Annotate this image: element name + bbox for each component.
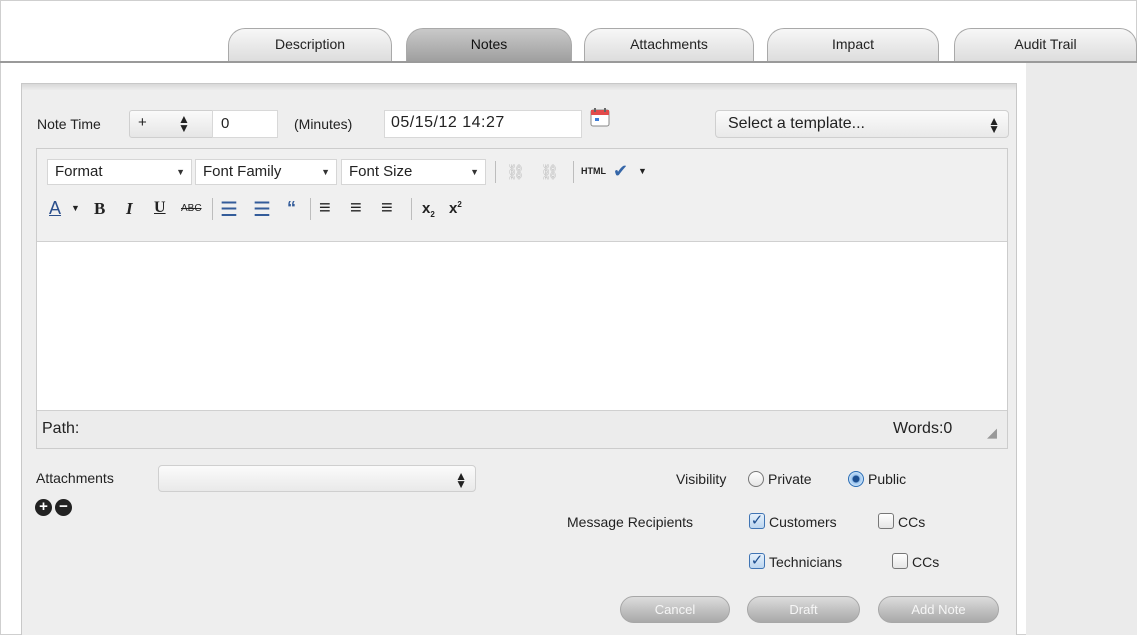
minutes-label: (Minutes) — [294, 116, 353, 132]
dropdown-arrow-icon[interactable]: ▼ — [71, 203, 80, 213]
toolbar-separator — [495, 161, 496, 183]
dropdown-arrow-icon: ▼ — [176, 167, 185, 177]
updown-arrows-icon: ▲ ▼ — [455, 469, 467, 491]
notes-panel: Note Time + ▲ ▼ 0 (Minutes) 05/15/12 14:2… — [21, 83, 1017, 635]
align-center-icon[interactable]: ≡ — [350, 197, 362, 220]
strikethrough-icon[interactable]: ABC — [181, 203, 202, 214]
customers-cc-label: CCs — [898, 514, 926, 530]
minutes-input[interactable]: 0 — [212, 110, 278, 138]
unlink-icon[interactable]: ⛓ — [540, 163, 559, 181]
underline-icon[interactable]: U — [154, 199, 166, 217]
superscript-icon[interactable]: x2 — [449, 200, 462, 217]
text-color-icon[interactable]: A — [49, 198, 61, 219]
panel-header-bar — [22, 84, 1016, 90]
visibility-public-radio[interactable] — [848, 471, 864, 487]
editor-status-bar: Path: Words:0 ◢ — [37, 411, 1007, 448]
calendar-icon[interactable] — [590, 107, 610, 127]
note-datetime-input[interactable]: 05/15/12 14:27 — [384, 110, 582, 138]
right-margin — [1026, 62, 1137, 635]
font-size-label: Font Size — [349, 163, 413, 180]
updown-arrows-icon: ▲ ▼ — [988, 114, 1000, 136]
toolbar-separator — [573, 161, 574, 183]
cancel-button[interactable]: Cancel — [620, 596, 730, 623]
tab-notes[interactable]: Notes — [406, 28, 572, 62]
customers-checkbox[interactable]: ✓ — [749, 513, 765, 529]
visibility-private-label: Private — [768, 471, 812, 487]
blockquote-icon[interactable]: “ — [287, 198, 296, 219]
template-select-value: Select a template... — [728, 115, 865, 132]
updown-arrows-icon: ▲ ▼ — [178, 112, 190, 135]
format-dropdown[interactable]: Format ▼ — [47, 159, 192, 185]
remove-attachment-icon[interactable]: − — [55, 499, 72, 516]
toolbar-separator — [212, 198, 213, 220]
dropdown-arrow-icon: ▼ — [470, 167, 479, 177]
dropdown-arrow-icon[interactable]: ▼ — [638, 166, 647, 176]
link-icon[interactable]: ⛓ — [506, 163, 525, 181]
toolbar-separator — [310, 198, 311, 220]
word-count: Words:0 — [893, 420, 953, 437]
message-recipients-label: Message Recipients — [567, 514, 694, 530]
align-left-icon[interactable]: ≡ — [319, 197, 331, 220]
editor-toolbar-row-1: Format ▼ Font Family ▼ Font Size ▼ ⛓ ⛓ H… — [37, 155, 1007, 191]
spellcheck-icon[interactable]: ✔ — [613, 161, 628, 182]
tab-audit-trail[interactable]: Audit Trail — [954, 28, 1137, 62]
font-family-label: Font Family — [203, 163, 282, 180]
add-note-button-label: Add Note — [911, 602, 966, 617]
note-time-label: Note Time — [37, 116, 101, 132]
dropdown-arrow-icon: ▼ — [321, 167, 330, 177]
customers-cc-checkbox[interactable] — [878, 513, 894, 529]
technicians-checkbox[interactable]: ✓ — [749, 553, 765, 569]
technicians-cc-checkbox[interactable] — [892, 553, 908, 569]
align-right-icon[interactable]: ≡ — [381, 197, 393, 220]
tab-description[interactable]: Description — [228, 28, 392, 62]
format-label: Format — [55, 163, 103, 180]
font-family-dropdown[interactable]: Font Family ▼ — [195, 159, 337, 185]
note-text-area[interactable] — [37, 241, 1007, 411]
tab-divider — [0, 61, 1137, 63]
html-source-button[interactable]: HTML — [581, 166, 606, 176]
editor-toolbar-row-2: A ▼ B I U ABC ☰ ☰ “ ≡ ≡ ≡ x2 x2 — [37, 192, 1007, 228]
rich-text-editor: Format ▼ Font Family ▼ Font Size ▼ ⛓ ⛓ H… — [36, 148, 1008, 449]
subscript-icon[interactable]: x2 — [422, 200, 435, 219]
attachments-label: Attachments — [36, 470, 114, 486]
tab-impact[interactable]: Impact — [767, 28, 939, 62]
template-select[interactable]: Select a template... ▲ ▼ — [715, 110, 1009, 138]
numbered-list-icon[interactable]: ☰ — [253, 197, 271, 222]
attachments-select[interactable]: ▲ ▼ — [158, 465, 476, 492]
tab-attachments[interactable]: Attachments — [584, 28, 754, 62]
resize-handle-icon[interactable]: ◢ — [987, 425, 997, 441]
add-attachment-icon[interactable]: + — [35, 499, 52, 516]
visibility-private-radio[interactable] — [748, 471, 764, 487]
bullet-list-icon[interactable]: ☰ — [220, 197, 238, 222]
customers-label: Customers — [769, 514, 837, 530]
visibility-label: Visibility — [676, 471, 727, 487]
draft-button[interactable]: Draft — [747, 596, 860, 623]
italic-icon[interactable]: I — [126, 199, 133, 219]
plus-sign: + — [138, 114, 147, 131]
visibility-public-label: Public — [868, 471, 907, 487]
path-label: Path: — [42, 420, 80, 437]
bold-icon[interactable]: B — [94, 199, 105, 219]
draft-button-label: Draft — [789, 602, 818, 617]
toolbar-separator — [411, 198, 412, 220]
font-size-dropdown[interactable]: Font Size ▼ — [341, 159, 486, 185]
technicians-label: Technicians — [769, 554, 843, 570]
add-note-button[interactable]: Add Note — [878, 596, 999, 623]
cancel-button-label: Cancel — [654, 602, 696, 617]
technicians-cc-label: CCs — [912, 554, 940, 570]
